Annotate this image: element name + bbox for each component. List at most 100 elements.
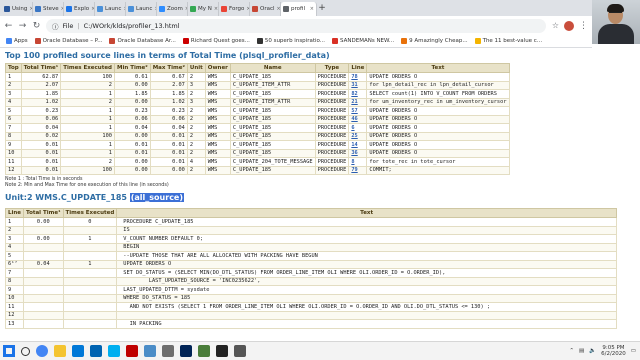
notepad-icon[interactable] (144, 345, 156, 357)
table-cell: 13 (4, 319, 25, 329)
close-tab-icon[interactable]: × (214, 6, 218, 12)
menu-icon[interactable]: ⋮ (579, 21, 588, 31)
presenter-hair (607, 4, 624, 12)
volume-icon[interactable]: 🔈 (589, 348, 596, 354)
line-link[interactable]: 31 (348, 80, 368, 90)
profile-avatar[interactable] (564, 20, 574, 31)
table-cell: 4 (186, 157, 206, 167)
bookmark-item[interactable]: SANDEMANs NEW... (332, 38, 394, 44)
line-link[interactable]: 8 (348, 157, 368, 167)
filezilla-icon[interactable] (126, 345, 138, 357)
table-cell (62, 242, 118, 252)
reload-icon[interactable]: ↻ (32, 21, 41, 31)
table-cell: WMS (204, 131, 231, 141)
line-link[interactable]: 78 (348, 72, 368, 82)
bookmark-item[interactable]: Oracle Database – P... (34, 38, 102, 44)
table-cell: 1.02 (20, 97, 62, 107)
back-icon[interactable]: ← (4, 21, 13, 31)
notifications-icon[interactable]: ▭ (631, 348, 636, 354)
presenter-body (598, 24, 634, 44)
line-link[interactable]: 21 (348, 97, 368, 107)
browser-tab[interactable]: Launc× (126, 2, 157, 16)
windows-start-icon[interactable] (3, 345, 15, 357)
line-link[interactable]: 25 (348, 131, 368, 141)
table-cell (62, 268, 118, 278)
browser-tab[interactable]: Launc× (95, 2, 126, 16)
bookmarks-bar: Apps Oracle Database – P... Oracle Databas… (0, 35, 592, 48)
browser-tab[interactable]: Oracl × (250, 2, 281, 16)
bookmark-item[interactable]: Richard Quest goes... (182, 38, 250, 44)
line-link[interactable]: 46 (348, 114, 368, 124)
line-link[interactable]: 36 (348, 148, 368, 158)
unit-title-highlight[interactable]: (all_source) (129, 193, 185, 202)
line-link[interactable]: 6 (348, 123, 368, 133)
bookmark-item[interactable]: 50 superb inspiratio... (256, 38, 325, 44)
table-cell (23, 251, 64, 261)
chrome-icon[interactable] (36, 345, 48, 357)
bookmark-label: 9 Amazingly Cheap... (409, 38, 468, 44)
forward-icon[interactable]: → (18, 21, 27, 31)
table-cell (62, 310, 118, 320)
bookmark-item[interactable]: Apps (6, 38, 28, 44)
edge-icon[interactable] (72, 345, 84, 357)
tab-label: profil (291, 6, 305, 12)
bookmark-item[interactable]: 9 Amazingly Cheap... (401, 38, 468, 44)
table-row: 4 1.02 2 0.00 1.02 3 WMS C_UPDATE_ITEM_ATTR PROC… (5, 97, 510, 107)
table-cell: 1 (5, 72, 22, 82)
table-cell: WMS (204, 165, 231, 175)
table-cell: UPDATE ORDERS O (366, 148, 510, 158)
table-cell: WMS (204, 140, 231, 150)
new-tab-button[interactable]: + (317, 2, 327, 16)
column-header: Times Executed (62, 208, 118, 218)
table-cell: 2 (60, 80, 115, 90)
tab-favicon-icon (66, 6, 72, 12)
column-header: Top (5, 63, 22, 73)
browser-tab[interactable]: My N × (188, 2, 219, 16)
clock[interactable]: 9:05 PM 6/2/2020 (601, 345, 626, 358)
bookmark-star-icon[interactable]: ☆ (552, 21, 559, 30)
table-cell: C_UPDATE_185 (229, 123, 316, 133)
camera-icon[interactable] (234, 345, 246, 357)
browser-tab[interactable]: Steve× (33, 2, 64, 16)
bookmark-item[interactable]: The 11 best-value c... (474, 38, 542, 44)
line-link[interactable]: 79 (348, 165, 368, 175)
close-tab-icon[interactable]: × (310, 6, 314, 12)
chevron-up-icon[interactable]: ⌃ (569, 348, 574, 354)
table-cell: 0.04 (23, 259, 64, 269)
skype-icon[interactable] (108, 345, 120, 357)
table-cell: 2 (186, 131, 206, 141)
sql-developer-icon[interactable] (198, 345, 210, 357)
table-cell: 1 (62, 234, 118, 244)
settings-icon[interactable] (162, 345, 174, 357)
url-input[interactable]: ⓘ File | C:/WOrk/klds/profiler_13.html (46, 18, 546, 33)
file-explorer-icon[interactable] (54, 345, 66, 357)
browser-tab[interactable]: Explo × (64, 2, 95, 16)
table-cell: COMMIT; (366, 165, 510, 175)
table-cell: 0.01 (149, 131, 188, 141)
bookmark-item[interactable]: Oracle Database Ar... (109, 38, 176, 44)
table-cell (23, 310, 64, 320)
powershell-icon[interactable] (180, 345, 192, 357)
mail-icon[interactable] (90, 345, 102, 357)
browser-tab[interactable]: Using× (2, 2, 33, 16)
search-icon[interactable] (21, 346, 30, 356)
info-icon[interactable]: ⓘ (52, 21, 59, 31)
table-cell: 0.04 (114, 123, 151, 133)
table-cell: 2 (186, 148, 206, 158)
network-icon[interactable]: ▤ (579, 348, 584, 354)
bookmark-favicon-icon (401, 38, 408, 44)
line-link[interactable]: 14 (348, 140, 368, 150)
table-cell: 3 (186, 97, 206, 107)
table-row: 3 1.85 1 1.85 1.85 2 WMS C_UPDATE_185 PROCEDURE 8… (5, 89, 510, 99)
note-2: Note 2: Min and Max Time for one executi… (5, 183, 169, 188)
table-cell: 0.23 (20, 106, 62, 116)
browser-tab[interactable]: profil × (281, 2, 317, 16)
line-link[interactable]: 57 (348, 106, 368, 116)
line-link[interactable]: 82 (348, 89, 368, 99)
tab-favicon-icon (221, 6, 227, 12)
report-notes: Note 1 : Total Time is in seconds Note 2… (5, 177, 640, 189)
terminal-icon[interactable] (216, 345, 228, 357)
browser-tab[interactable]: Zoom× (157, 2, 188, 16)
table-cell (23, 276, 64, 286)
browser-tab[interactable]: Forgo× (219, 2, 250, 16)
